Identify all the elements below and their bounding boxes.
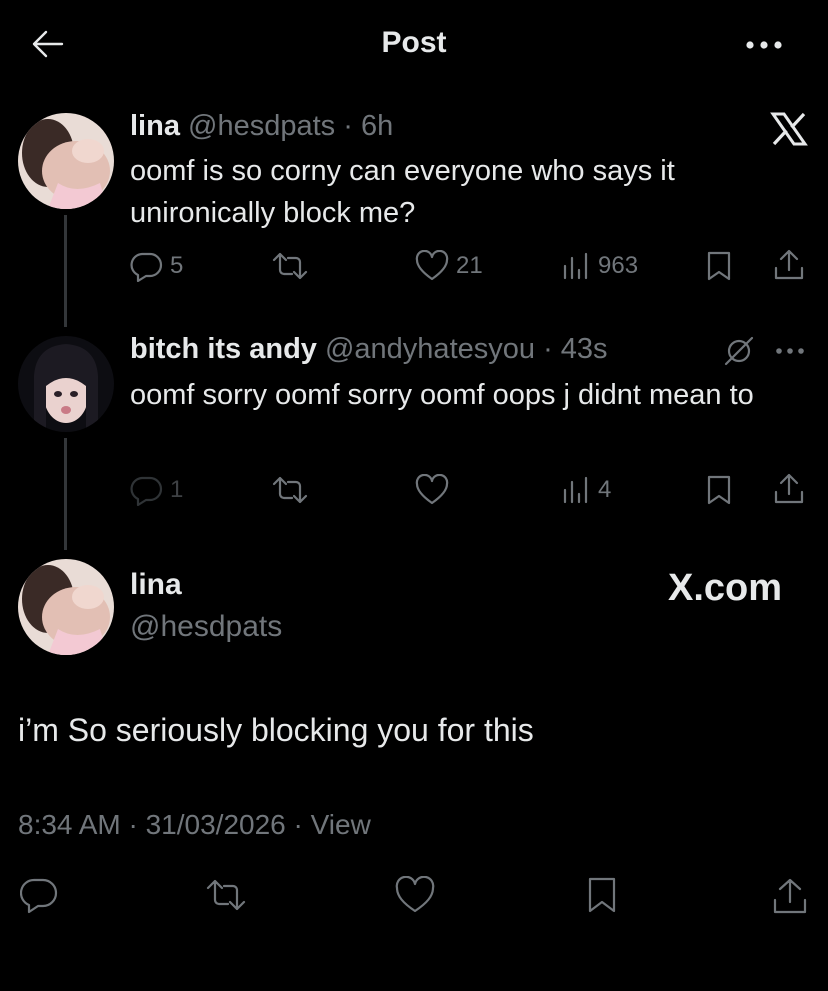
post-time: · 43s	[543, 333, 608, 365]
author-handle[interactable]: @andyhatesyou	[325, 333, 535, 365]
like-count: 21	[456, 252, 483, 279]
heart-icon	[415, 474, 449, 505]
author-name[interactable]: lina	[130, 568, 182, 602]
retweet-button[interactable]	[270, 250, 316, 282]
like-button[interactable]	[414, 474, 456, 506]
analytics-icon	[563, 476, 588, 504]
reply-icon	[130, 252, 163, 282]
tweet-text: oomf sorry oomf sorry oomf oops j didnt …	[130, 379, 754, 411]
tweet-header: lina @hesdpats · 6h	[130, 110, 393, 143]
reply-button[interactable]	[20, 876, 64, 914]
share-button[interactable]	[770, 876, 816, 916]
thread-line	[64, 438, 67, 550]
bookmark-icon	[707, 251, 731, 281]
avatar-lina[interactable]	[18, 559, 114, 655]
views-button[interactable]: 963	[560, 250, 638, 282]
author-handle[interactable]: @hesdpats	[130, 610, 282, 644]
reply-button[interactable]: 5	[130, 250, 183, 282]
bookmark-icon	[588, 877, 616, 913]
tweet-text: oomf is so corny can everyone who says i…	[130, 155, 675, 229]
tweet-actions: 1 4	[130, 472, 810, 512]
profile-photo	[18, 113, 114, 209]
analytics-icon	[563, 252, 588, 280]
avatar-lina[interactable]	[18, 113, 114, 209]
bookmark-button[interactable]	[704, 474, 740, 506]
share-icon	[773, 878, 807, 914]
more-horizontal-icon	[776, 348, 804, 354]
tweet-actions: 5 21 963	[130, 248, 810, 288]
reply-button[interactable]: 1	[130, 474, 183, 506]
retweet-button[interactable]	[270, 474, 316, 506]
heart-icon	[415, 250, 449, 281]
like-button[interactable]	[394, 876, 442, 914]
thread-line	[64, 215, 67, 327]
x-logo-badge	[770, 112, 808, 146]
retweet-button[interactable]	[204, 876, 254, 914]
profile-photo	[18, 559, 114, 655]
tweet-header: bitch its andy @andyhatesyou · 43s	[130, 333, 608, 366]
view-count: 4	[598, 476, 612, 503]
author-handle[interactable]: @hesdpats	[188, 110, 335, 142]
view-count: 963	[598, 252, 639, 279]
post-text: i’m So seriously blocking you for this	[18, 712, 534, 748]
bookmark-button[interactable]	[704, 250, 740, 282]
share-button[interactable]	[772, 248, 812, 282]
grok-icon	[724, 336, 754, 366]
retweet-icon	[272, 252, 308, 280]
post-meta: 8:34 AM · 31/03/2026 · View	[18, 809, 371, 840]
avatar-andy[interactable]	[18, 336, 114, 432]
grok-button[interactable]	[722, 334, 756, 368]
more-options-button[interactable]	[740, 30, 790, 60]
bookmark-icon	[707, 475, 731, 505]
reply-count: 1	[170, 476, 184, 503]
like-button[interactable]: 21	[414, 250, 483, 282]
share-icon	[774, 473, 804, 504]
profile-photo	[18, 336, 114, 432]
x-logo-icon	[770, 112, 808, 146]
retweet-icon	[272, 476, 308, 504]
views-button[interactable]: 4	[560, 474, 611, 506]
reply-count: 5	[170, 252, 184, 279]
tweet-more-button[interactable]	[770, 334, 810, 368]
share-button[interactable]	[772, 472, 812, 506]
author-name[interactable]: lina	[130, 110, 180, 142]
post-actions	[18, 876, 818, 916]
share-icon	[774, 249, 804, 280]
post-time: · 6h	[343, 110, 394, 142]
x-com-watermark: X.com	[668, 567, 783, 609]
reply-icon	[20, 878, 58, 914]
more-horizontal-icon	[746, 41, 782, 49]
reply-icon	[130, 476, 163, 506]
author-name[interactable]: bitch its andy	[130, 333, 317, 365]
heart-icon	[395, 876, 435, 913]
bookmark-button[interactable]	[584, 876, 626, 914]
page-title: Post	[381, 26, 447, 59]
retweet-icon	[206, 879, 246, 911]
